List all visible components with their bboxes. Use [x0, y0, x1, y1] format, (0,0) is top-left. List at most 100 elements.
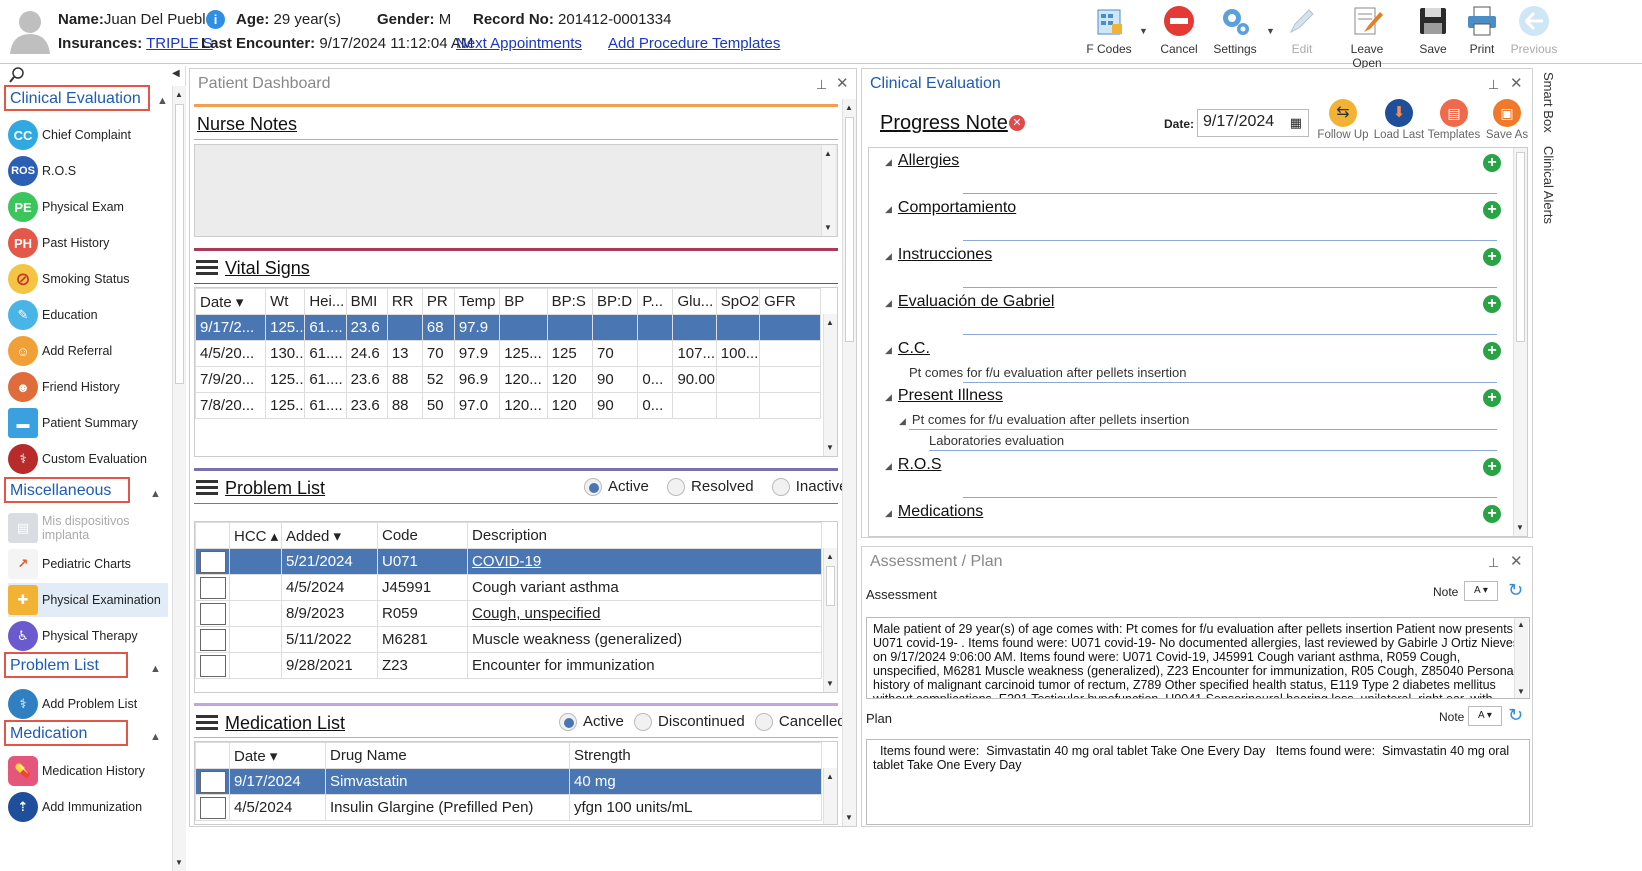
nav-physical-therapy[interactable]: ♿ Physical Therapy — [8, 619, 168, 653]
chevron-up-icon[interactable]: ▲ — [150, 731, 161, 743]
add-icon[interactable]: + — [1483, 342, 1501, 360]
nav-custom-evaluation[interactable]: ⚕ Custom Evaluation — [8, 442, 168, 476]
column-header[interactable]: BP:D — [592, 288, 639, 315]
menu-icon[interactable] — [196, 260, 218, 276]
filter-resolved-radio[interactable]: Resolved — [667, 478, 754, 497]
table-row[interactable]: 4/5/20... 130... 61.... 24.6 13 70 97.9 125... 1… — [195, 340, 821, 367]
nav-friend-history[interactable]: ☻ Friend History — [8, 370, 168, 404]
column-header[interactable]: HCC ▴ — [229, 522, 282, 549]
row-checkbox[interactable] — [195, 768, 230, 795]
vitals-scrollbar[interactable]: ▲ ▼ — [823, 314, 837, 456]
edit-button[interactable]: Edit — [1274, 4, 1330, 56]
collapse-icon[interactable]: ◢ — [885, 251, 892, 261]
collapse-icon[interactable]: ◢ — [885, 298, 892, 308]
column-header[interactable]: BMI — [345, 288, 388, 315]
close-icon[interactable]: ✕ — [1510, 74, 1523, 92]
refresh-icon[interactable]: ↻ — [1508, 580, 1523, 601]
templates-button[interactable]: ▤ Templates — [1427, 99, 1481, 141]
add-icon[interactable]: + — [1483, 201, 1501, 219]
print-button[interactable]: Print — [1454, 4, 1510, 56]
add-icon[interactable]: + — [1483, 295, 1501, 313]
nav-pediatric-charts[interactable]: ↗ Pediatric Charts — [8, 547, 168, 581]
section-ros[interactable]: ◢ R.O.S + — [885, 456, 1507, 476]
table-row[interactable]: 4/5/2024 J45991 Cough variant asthma — [195, 574, 822, 601]
problem-scrollbar[interactable]: ▲ ▼ — [823, 548, 837, 692]
row-checkbox[interactable] — [195, 794, 230, 821]
add-icon[interactable]: + — [1483, 458, 1501, 476]
collapse-icon[interactable]: ◢ — [899, 416, 906, 426]
table-row[interactable]: 9/17/2024 Simvastatin 40 mg — [195, 768, 822, 795]
assessment-scrollbar[interactable]: ▲ ▼ — [1514, 618, 1528, 698]
column-header[interactable]: BP — [499, 288, 548, 315]
filter-inactive-radio[interactable]: Inactive — [771, 478, 847, 497]
column-header[interactable]: PR — [421, 288, 455, 315]
add-icon[interactable]: + — [1483, 389, 1501, 407]
column-header[interactable]: Drug Name — [325, 742, 570, 769]
table-row[interactable]: 4/5/2024 Insulin Glargine (Prefilled Pen)… — [195, 794, 822, 821]
next-appointments-link[interactable]: Next Appointments — [456, 35, 582, 52]
nav-add-referral[interactable]: ☺ Add Referral — [8, 334, 168, 368]
column-header[interactable]: Date ▾ — [195, 288, 267, 315]
column-header[interactable]: Temp — [453, 288, 501, 315]
section-problem-list[interactable]: Problem List — [4, 652, 128, 678]
section-instrucciones[interactable]: ◢ Instrucciones + — [885, 246, 1507, 266]
chevron-up-icon[interactable]: ▲ — [150, 488, 161, 500]
nurse-notes-scrollbar[interactable]: ▲ ▼ — [821, 145, 835, 236]
table-row[interactable]: 7/8/20... 125... 61.... 23.6 88 50 97.0 120... 1… — [195, 392, 821, 419]
row-checkbox[interactable] — [195, 574, 230, 601]
menu-icon[interactable] — [196, 480, 218, 496]
nav-smoking-status[interactable]: ⊘ Smoking Status — [8, 262, 168, 296]
smart-box-tab[interactable]: Smart Box — [1541, 72, 1556, 133]
nav-add-immunization[interactable]: ⇡ Add Immunization — [8, 790, 168, 824]
search-icon[interactable] — [8, 66, 26, 84]
table-row[interactable]: 7/9/20... 125... 61.... 23.6 88 52 96.9 120... 1… — [195, 366, 821, 393]
note-format-dropdown[interactable]: A ▾ — [1468, 706, 1502, 726]
table-cell[interactable]: COVID-19 — [467, 548, 822, 575]
column-header[interactable]: Wt — [265, 288, 306, 315]
table-row[interactable]: 9/28/2021 Z23 Encounter for immunization — [195, 652, 822, 679]
column-header[interactable]: Description — [467, 522, 822, 549]
column-header[interactable]: Strength — [569, 742, 822, 769]
filter-cancelled-radio[interactable]: Cancelled — [754, 713, 846, 732]
add-icon[interactable]: + — [1483, 505, 1501, 523]
cancel-button[interactable]: Cancel — [1151, 4, 1207, 56]
collapse-icon[interactable]: ◢ — [885, 204, 892, 214]
table-row[interactable]: 5/21/2024 U071 COVID-19 — [195, 548, 822, 575]
collapse-nav-icon[interactable]: ◀ — [172, 68, 180, 79]
chevron-up-icon[interactable]: ▲ — [150, 663, 161, 675]
row-checkbox[interactable] — [195, 548, 230, 575]
remove-note-icon[interactable]: ✕ — [1009, 115, 1025, 131]
chevron-up-icon[interactable]: ▲ — [157, 95, 168, 107]
section-clinical-evaluation[interactable]: Clinical Evaluation — [4, 85, 150, 111]
fcodes-button[interactable]: F Codes — [1081, 4, 1137, 56]
column-header[interactable]: SpO2 — [715, 288, 761, 315]
previous-button[interactable]: Previous — [1506, 4, 1562, 56]
collapse-icon[interactable]: ◢ — [885, 508, 892, 518]
dashboard-scrollbar[interactable]: ▲ ▼ — [842, 99, 856, 826]
plan-textarea[interactable]: Items found were: Simvastatin 40 mg oral… — [866, 739, 1530, 825]
column-header[interactable]: Added ▾ — [281, 522, 378, 549]
nav-chief-complaint[interactable]: CC Chief Complaint — [8, 118, 168, 152]
filter-discontinued-radio[interactable]: Discontinued — [634, 713, 745, 732]
section-miscellaneous[interactable]: Miscellaneous — [4, 477, 130, 503]
row-checkbox[interactable] — [195, 600, 230, 627]
leave-open-button[interactable]: Leave Open — [1336, 4, 1398, 70]
filter-active-radio[interactable]: Active — [559, 713, 624, 732]
assessment-textarea[interactable]: Male patient of 29 year(s) of age comes … — [866, 617, 1530, 699]
menu-icon[interactable] — [196, 715, 218, 731]
column-header[interactable]: GFR — [759, 288, 821, 315]
section-medication[interactable]: Medication — [4, 720, 128, 746]
info-icon[interactable]: i — [206, 10, 225, 29]
section-allergies[interactable]: ◢ Allergies + — [885, 152, 1507, 172]
section-present-illness[interactable]: ◢ Present Illness + — [885, 387, 1507, 407]
table-cell[interactable]: Cough, unspecified — [467, 600, 822, 627]
column-header[interactable]: Code — [377, 522, 468, 549]
load-last-button[interactable]: ⬇ Load Last — [1372, 99, 1426, 141]
save-as-button[interactable]: ▣ Save As — [1480, 99, 1534, 141]
clinical-alerts-tab[interactable]: Clinical Alerts — [1541, 146, 1556, 224]
fcodes-dropdown-icon[interactable]: ▼ — [1139, 26, 1148, 36]
save-button[interactable]: Save — [1405, 4, 1461, 56]
section-comportamiento[interactable]: ◢ Comportamiento + — [885, 199, 1507, 219]
nav-medication-history[interactable]: 💊 Medication History — [8, 754, 168, 788]
close-icon[interactable]: ✕ — [1510, 552, 1523, 570]
